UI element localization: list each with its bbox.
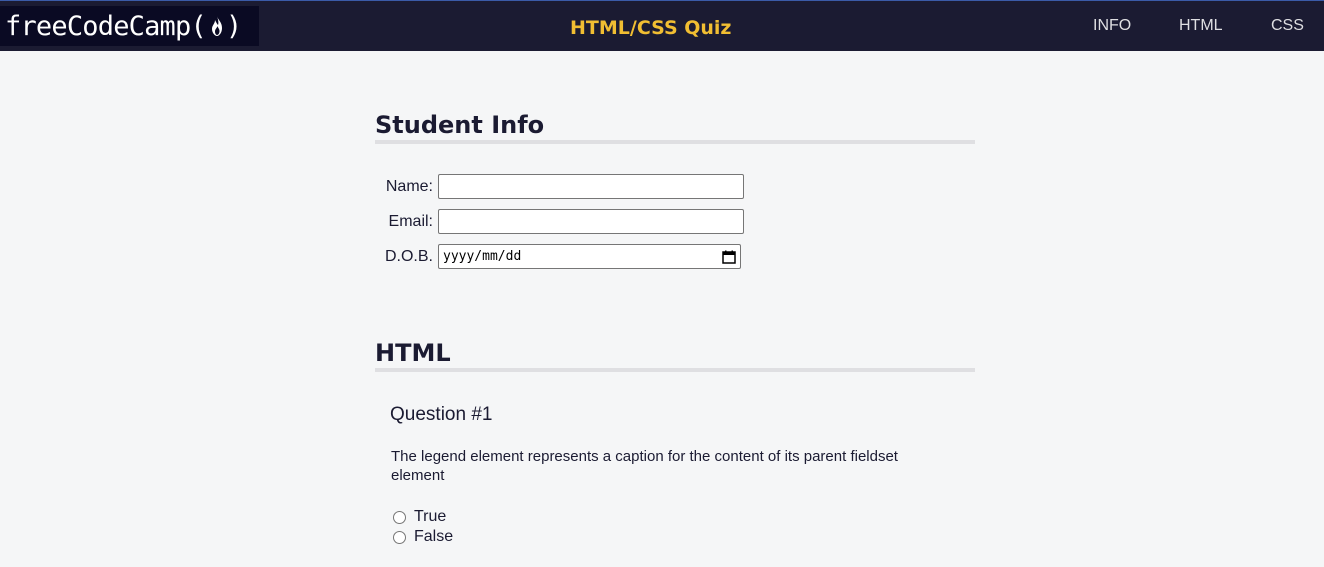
top-header: freeCodeCamp( ) HTML/CSS Quiz INFO HTML …: [0, 0, 1324, 51]
question-title: Question #1: [390, 404, 493, 425]
logo-text: freeCodeCamp(: [5, 10, 207, 42]
logo-text-close: ): [225, 10, 242, 42]
email-label: Email:: [388, 212, 433, 230]
option-false-label: False: [414, 528, 454, 545]
option-true-label: True: [414, 508, 447, 525]
name-row: Name:: [375, 174, 744, 199]
dob-date-input[interactable]: yyyy/mm/dd: [438, 244, 741, 269]
dob-date-value: yyyy/mm/dd: [443, 249, 522, 264]
student-info-heading: Student Info: [375, 111, 975, 144]
name-input[interactable]: [438, 174, 744, 199]
name-label: Name:: [385, 177, 433, 195]
dob-row: D.O.B. yyyy/mm/dd: [375, 244, 741, 269]
option-true[interactable]: True: [393, 508, 446, 526]
email-row: Email:: [375, 209, 744, 234]
email-input[interactable]: [438, 209, 744, 234]
freecodecamp-logo[interactable]: freeCodeCamp( ): [0, 6, 259, 46]
radio-false[interactable]: [393, 530, 406, 544]
calendar-icon[interactable]: [722, 250, 736, 264]
question-text: The legend element represents a caption …: [391, 448, 898, 484]
flame-icon: [208, 15, 226, 37]
dob-label: D.O.B.: [384, 247, 433, 265]
nav-link-info[interactable]: INFO: [1093, 17, 1131, 35]
page-title: HTML/CSS Quiz: [570, 17, 732, 39]
html-section-heading: HTML: [375, 339, 975, 372]
option-false[interactable]: False: [393, 528, 453, 546]
nav-link-html[interactable]: HTML: [1179, 17, 1223, 35]
radio-true[interactable]: [393, 510, 406, 524]
nav-link-css[interactable]: CSS: [1271, 17, 1304, 35]
